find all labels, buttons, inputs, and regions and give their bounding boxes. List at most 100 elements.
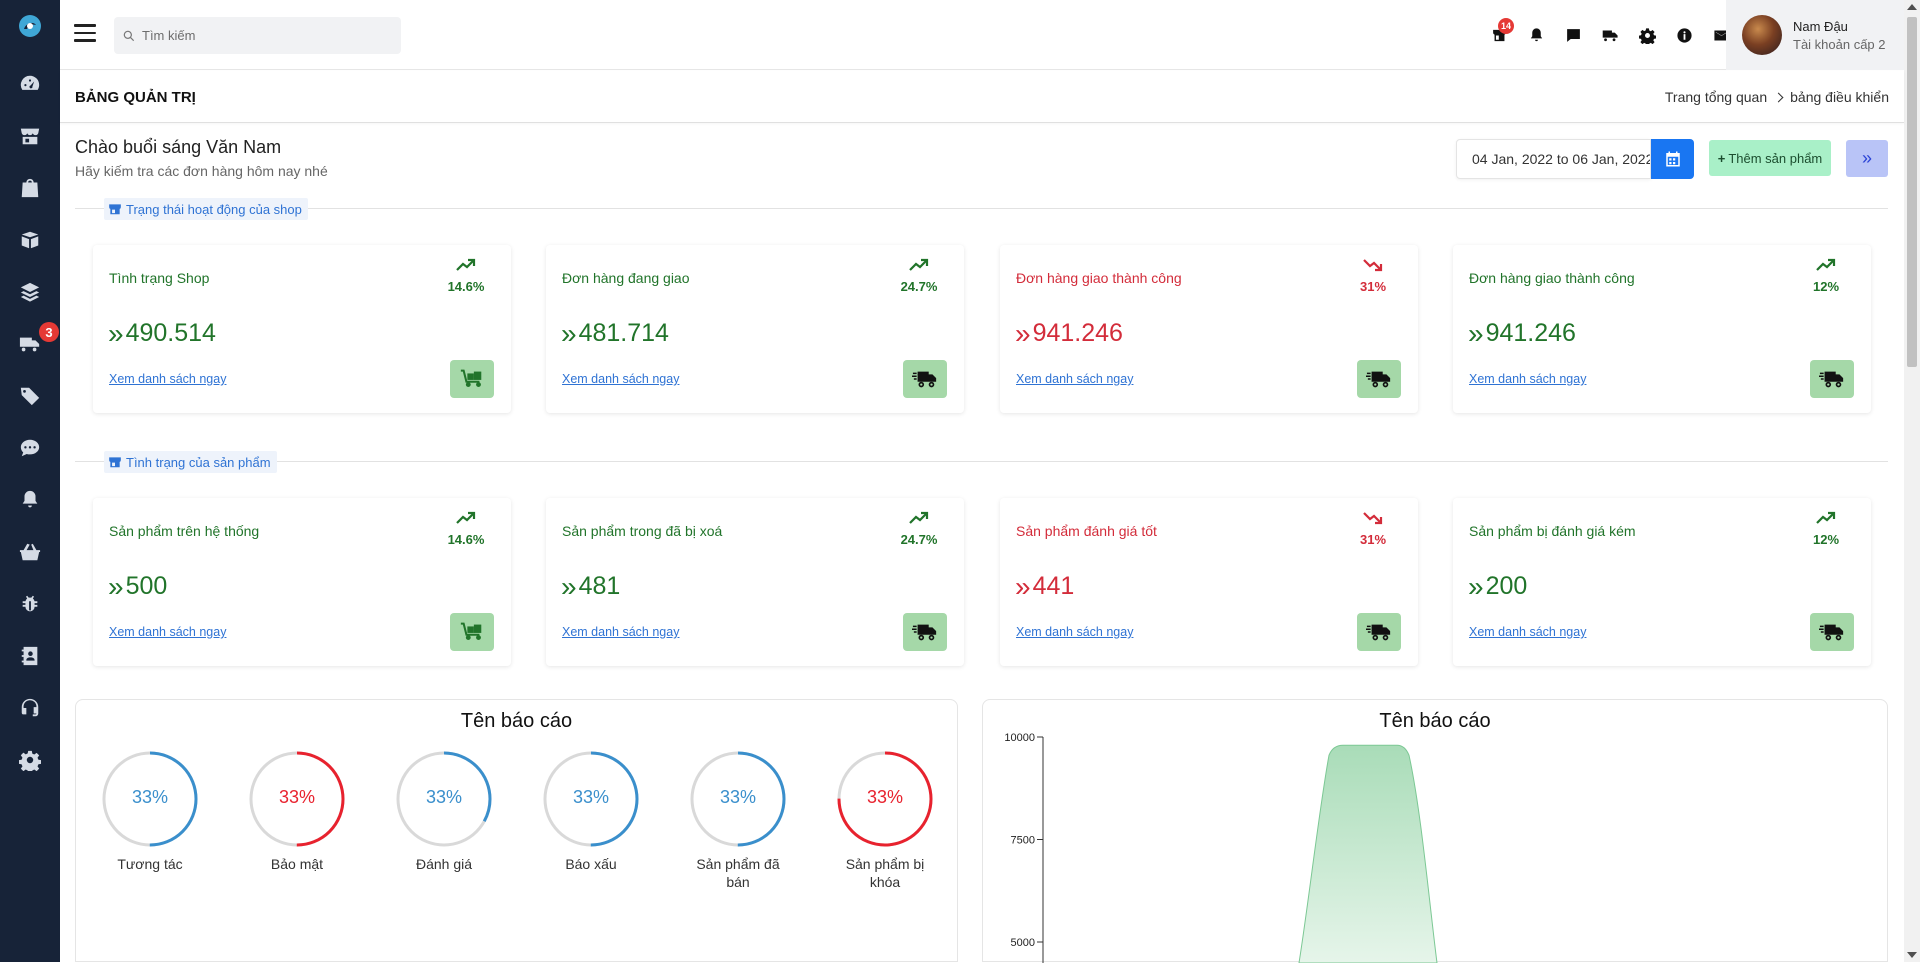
sidebar-item-dashboard[interactable] (18, 72, 42, 96)
view-list-link[interactable]: Xem danh sách ngay (562, 372, 679, 386)
stat-card: Sản phẩm đánh giá tốt 31% » 441 Xem danh sác… (1000, 498, 1418, 666)
trend-indicator: 31% (1353, 510, 1393, 547)
stat-card-title: Sản phẩm trong đã bị xoá (562, 523, 723, 539)
stat-value-text: 200 (1485, 572, 1528, 600)
date-range-input[interactable]: 04 Jan, 2022 to 06 Jan, 2022 (1456, 139, 1651, 179)
breadcrumb-home[interactable]: Trang tổng quan (1665, 89, 1767, 105)
add-product-button[interactable]: + Thêm sản phẩm (1709, 140, 1831, 176)
view-list-link[interactable]: Xem danh sách ngay (1016, 625, 1133, 639)
message-icon[interactable] (1562, 24, 1584, 46)
calendar-icon (1665, 151, 1680, 167)
double-chevron-right-icon: » (108, 570, 124, 602)
report-gauges-panel: Tên báo cáo 33% Tương tác 33% Bảo mật 33% Đán… (75, 699, 958, 962)
stat-value-text: 941.246 (1485, 319, 1576, 347)
store-badge: 14 (1498, 18, 1514, 34)
stat-card-title: Đơn hàng đang giao (562, 270, 690, 286)
gauge: 33% Báo xấu (541, 749, 641, 873)
gear-icon[interactable] (1636, 24, 1658, 46)
scroll-down-arrow[interactable] (1907, 952, 1917, 958)
stat-card-value: » 200 (1468, 572, 1527, 601)
view-list-link[interactable]: Xem danh sách ngay (562, 625, 679, 639)
stat-card: Tình trạng Shop 14.6% » 490.514 Xem danh sác… (93, 245, 511, 413)
double-chevron-right-icon: » (1861, 148, 1872, 168)
sidebar-item-box[interactable] (18, 228, 42, 252)
view-list-link[interactable]: Xem danh sách ngay (1016, 372, 1133, 386)
view-list-link[interactable]: Xem danh sách ngay (1469, 372, 1586, 386)
view-list-link[interactable]: Xem danh sách ngay (109, 372, 226, 386)
sidebar-badge: 3 (39, 322, 59, 342)
truck-icon[interactable] (1599, 24, 1621, 46)
stat-value-text: 441 (1032, 572, 1075, 600)
trend-indicator: 24.7% (899, 510, 939, 547)
app-logo-icon[interactable] (18, 14, 42, 38)
section-label-text: Tình trạng của sản phẩm (126, 454, 271, 470)
sidebar-item-chat[interactable] (18, 436, 42, 460)
store-icon (20, 128, 40, 145)
sidebar-item-bell[interactable] (18, 488, 42, 512)
sidebar-item-gear[interactable] (18, 748, 42, 772)
trend-indicator: 12% (1806, 510, 1846, 547)
dolly-icon (450, 360, 494, 398)
gauge-label: Bảo mật (270, 856, 324, 872)
user-name: Nam Đậu (1793, 18, 1848, 34)
search-icon (123, 30, 135, 41)
gear-icon (19, 750, 41, 771)
stat-card-title: Đơn hàng giao thành công (1016, 270, 1182, 286)
sidebar-item-basket[interactable] (18, 540, 42, 564)
trend-percent: 12% (1812, 532, 1840, 547)
store-icon (109, 204, 121, 215)
sidebar-item-layers[interactable] (18, 280, 42, 304)
gauge: 33% Tương tác (100, 749, 200, 873)
sidebar-item-headset[interactable] (18, 696, 42, 720)
gauge: 33% Sản phẩm bị khóa (835, 749, 935, 891)
trend-up-icon (1816, 511, 1836, 530)
bell-icon[interactable] (1525, 24, 1547, 46)
page-scrollbar[interactable] (1904, 0, 1920, 962)
view-list-link[interactable]: Xem danh sách ngay (109, 625, 226, 639)
stat-value-text: 481.714 (578, 319, 669, 347)
view-list-link[interactable]: Xem danh sách ngay (1469, 625, 1586, 639)
trend-percent: 14.6% (447, 279, 485, 294)
trend-percent: 24.7% (900, 532, 938, 547)
info-icon[interactable] (1673, 24, 1695, 46)
sidebar-item-contact-book[interactable] (18, 644, 42, 668)
search-input[interactable] (142, 28, 392, 43)
sidebar-item-tag[interactable] (18, 384, 42, 408)
double-chevron-right-icon: » (1015, 570, 1031, 602)
y-tick-label: 7500 (1011, 835, 1035, 847)
gauge-percent: 33% (278, 787, 316, 807)
expand-button[interactable]: » (1846, 140, 1888, 177)
delivery-truck-icon (1810, 613, 1854, 651)
sidebar-item-store[interactable] (18, 124, 42, 148)
y-tick-label: 10000 (1004, 732, 1035, 744)
sidebar-item-truck[interactable] (18, 332, 42, 356)
sidebar-item-bag[interactable] (18, 176, 42, 200)
scroll-up-arrow[interactable] (1907, 4, 1917, 10)
layers-icon (20, 282, 40, 302)
trend-indicator: 14.6% (446, 257, 486, 294)
calendar-button[interactable] (1651, 139, 1694, 179)
stat-card-value: » 500 (108, 572, 167, 601)
menu-toggle-icon[interactable] (74, 24, 96, 44)
double-chevron-right-icon: » (1468, 317, 1484, 349)
user-menu[interactable]: Nam Đậu Tài khoản cấp 2 (1726, 0, 1904, 70)
trend-up-icon (456, 511, 476, 530)
headset-icon (21, 698, 39, 717)
stat-card-title: Sản phẩm trên hệ thống (109, 523, 260, 539)
store-icon[interactable]: 14 (1488, 18, 1514, 46)
gauge: 33% Sản phẩm đã bán (688, 749, 788, 891)
stat-card-value: » 441 (1015, 572, 1074, 601)
breadcrumb: Trang tổng quan bảng điều khiển (1665, 89, 1889, 105)
avatar (1742, 15, 1782, 55)
gauge-percent: 33% (866, 787, 904, 807)
stat-card-value: » 941.246 (1015, 319, 1123, 348)
sidebar-item-bug[interactable] (18, 592, 42, 616)
search-box[interactable] (114, 17, 401, 54)
trend-percent: 31% (1359, 532, 1387, 547)
stat-card-value: » 481 (561, 572, 620, 601)
trend-percent: 12% (1812, 279, 1840, 294)
stat-card: Đơn hàng giao thành công 12% » 941.246 Xem d… (1453, 245, 1871, 413)
trend-indicator: 12% (1806, 257, 1846, 294)
scroll-thumb[interactable] (1907, 17, 1917, 367)
page-title: BẢNG QUẢN TRỊ (75, 89, 196, 106)
